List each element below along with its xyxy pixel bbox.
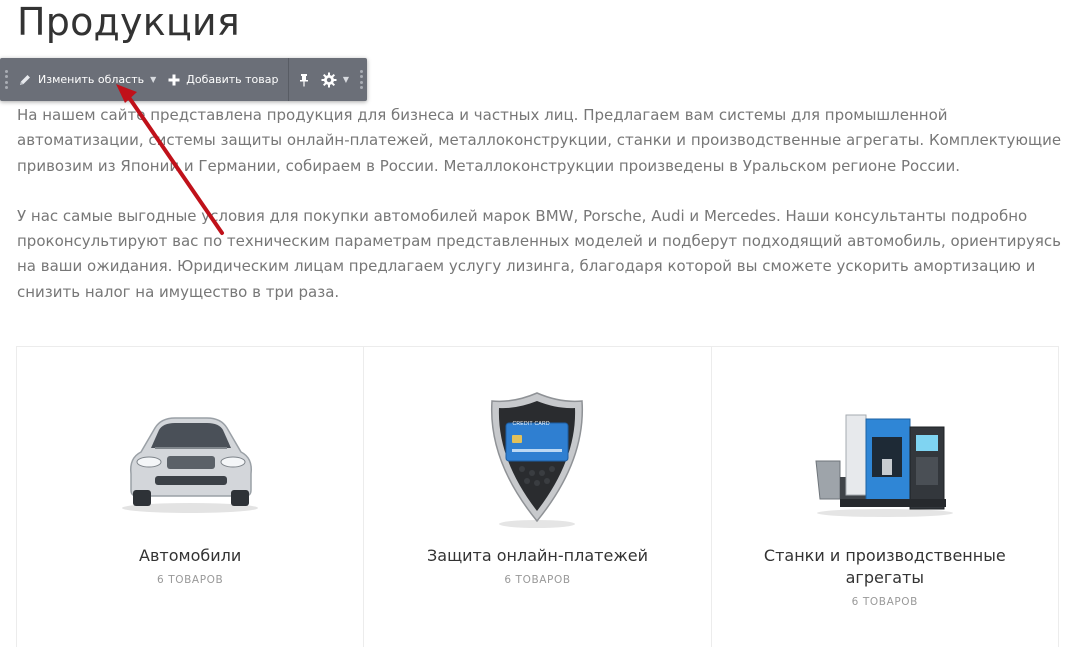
category-title: Защита онлайн-платежей bbox=[427, 546, 648, 565]
category-title: Автомобили bbox=[139, 546, 241, 565]
category-count: 6 товаров bbox=[742, 591, 1028, 613]
settings-button[interactable]: ▼ bbox=[315, 58, 355, 101]
edit-area-label: Изменить область bbox=[38, 73, 144, 86]
category-name: Защита онлайн-платежей 6 товаров bbox=[394, 545, 680, 591]
category-card-payment-protection[interactable]: CREDIT CARD Защита онлайн-платежей 6 тов… bbox=[364, 347, 711, 647]
shield-credit-card-icon: CREDIT CARD bbox=[364, 389, 710, 529]
category-card-cars[interactable]: Автомобили 6 товаров bbox=[17, 347, 364, 647]
chevron-down-icon: ▼ bbox=[343, 75, 349, 84]
card-label: CREDIT CARD bbox=[512, 421, 549, 427]
gear-icon bbox=[321, 72, 337, 88]
category-count: 6 товаров bbox=[47, 569, 333, 591]
page-title: Продукция bbox=[17, 0, 240, 50]
chevron-down-icon: ▼ bbox=[150, 75, 156, 84]
category-grid: Автомобили 6 товаров CREDIT CARD Защита … bbox=[16, 346, 1059, 647]
toolbar-drag-handle[interactable] bbox=[5, 70, 8, 90]
edit-toolbar: Изменить область ▼ Добавить товар ▼ bbox=[0, 58, 367, 101]
machine-tool-icon bbox=[712, 389, 1058, 529]
category-name: Автомобили 6 товаров bbox=[47, 545, 333, 591]
toolbar-drag-handle-right[interactable] bbox=[360, 70, 363, 90]
car-icon bbox=[17, 389, 363, 529]
pencil-icon bbox=[18, 73, 32, 87]
category-count: 6 товаров bbox=[394, 569, 680, 591]
description-paragraph: На нашем сайте представлена продукция дл… bbox=[17, 103, 1067, 179]
add-product-button[interactable]: Добавить товар bbox=[162, 58, 284, 101]
category-title: Станки и производственные агрегаты bbox=[764, 546, 1006, 587]
category-name: Станки и производственные агрегаты 6 тов… bbox=[742, 545, 1028, 613]
pin-button[interactable] bbox=[293, 58, 315, 101]
pin-icon bbox=[299, 73, 309, 87]
description: На нашем сайте представлена продукция дл… bbox=[17, 103, 1067, 305]
description-paragraph: У нас самые выгодные условия для покупки… bbox=[17, 204, 1067, 305]
edit-area-button[interactable]: Изменить область ▼ bbox=[12, 58, 162, 101]
plus-icon bbox=[168, 74, 180, 86]
category-card-machine-tools[interactable]: Станки и производственные агрегаты 6 тов… bbox=[712, 347, 1059, 647]
add-product-label: Добавить товар bbox=[186, 73, 278, 86]
